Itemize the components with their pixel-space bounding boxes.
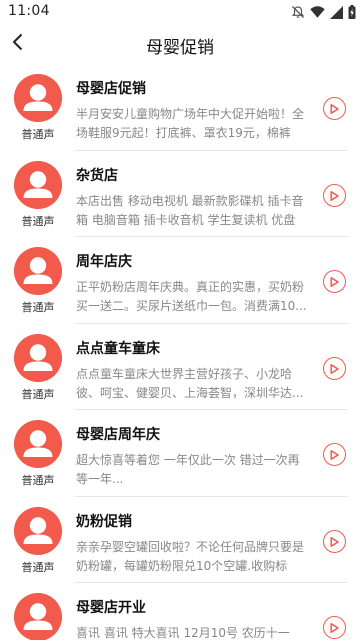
list-item[interactable]: 普通声 母婴店促销半月安安儿童购物广场年中大促开始啦！全场鞋服9元起！打底裤、罩衣… [0,64,360,151]
user-avatar-icon [14,333,62,382]
user-avatar-icon [14,593,62,640]
app-bar: 母婴促销 [0,24,360,64]
avatar [14,593,62,640]
item-description: 亲亲孕婴空罐回收啦？不论任何品牌只要是奶粉罐，每罐奶粉限兑10个空罐.收购标准.… [76,539,305,573]
item-title: 周年店庆 [76,254,132,270]
avatar [14,420,62,468]
voice-type-label: 普通声 [21,301,55,314]
item-description: 本店出售 移动电视机 最新款影碟机 插卡音箱 电脑音箱 插卡收音机 学生复读机 … [76,193,304,227]
play-icon [330,445,339,464]
avatar [14,160,62,209]
play-button[interactable] [323,443,346,466]
item-description: 半月安安儿童购物广场年中大促开始啦！全场鞋服9元起！打底裤、罩衣19元，棉裤2.… [76,107,305,140]
list-item[interactable]: 普通声 点点童车童床点点童车童床大世界主营好孩子、小龙哈彼、呵宝、健婴贝、上海荟智… [0,324,360,410]
item-description: 点点童车童床大世界主营好孩子、小龙哈彼、呵宝、健婴贝、上海荟智，深圳华达... [76,366,304,400]
play-icon [330,272,339,291]
play-button[interactable] [323,183,346,207]
list-item[interactable]: 普通声 杂货店本店出售 移动电视机 最新款影碟机 插卡音箱 电脑音箱 插卡收音机 … [0,151,360,237]
list-item[interactable]: 普通声 周年店庆正平奶粉店周年庆典。真正的实惠，买奶粉买一送二。买尿片送纸巾一包。… [0,237,360,324]
item-title: 奶粉促销 [76,513,132,530]
notifications-off-icon [291,5,305,19]
list-item[interactable]: 普通声 母婴店周年庆超大惊喜等着您 一年仅此一次 错过一次再等一年... [0,410,360,497]
item-title: 母婴店开业 [76,600,146,616]
list-item[interactable]: 普通声 奶粉促销亲亲孕婴空罐回收啦？不论任何品牌只要是奶粉罐，每罐奶粉限兑10个空… [0,497,360,583]
user-avatar-icon [14,160,62,209]
page-title: 母婴促销 [146,38,214,58]
item-description: 超大惊喜等着您 一年仅此一次 错过一次再等一年... [76,453,300,486]
play-button[interactable] [323,270,346,293]
status-bar: 11:04 [0,0,360,24]
voice-type-label: 普通声 [21,560,55,574]
play-button[interactable] [323,529,346,553]
user-avatar-icon [14,506,62,555]
wifi-icon [310,6,325,18]
play-icon [330,186,339,205]
voice-type-label: 普通声 [21,214,55,228]
battery-charging-icon [348,5,356,19]
play-icon [330,99,339,118]
item-description: 喜讯 喜讯 特大喜讯 12月10号 农历十一月... [76,626,290,640]
item-title: 母婴店促销 [76,81,146,97]
voice-type-label: 普通声 [21,387,55,401]
play-button[interactable] [323,616,346,639]
item-title: 杂货店 [76,167,118,184]
item-title: 点点童车童床 [76,340,160,357]
play-button[interactable] [323,356,346,380]
user-avatar-icon [14,420,62,468]
voice-type-label: 普通声 [21,128,55,141]
list-item[interactable]: 普通声母婴店开业喜讯 喜讯 特大喜讯 12月10号 农历十一月... [0,583,360,640]
status-time: 11:04 [8,3,50,19]
play-icon [330,359,339,378]
voice-type-label: 普通声 [21,474,55,487]
promotion-list: 普通声 母婴店促销半月安安儿童购物广场年中大促开始啦！全场鞋服9元起！打底裤、罩衣… [0,64,360,640]
play-icon [330,618,339,637]
avatar [14,247,62,295]
item-description: 正平奶粉店周年庆典。真正的实惠，买奶粉买一送二。买尿片送纸巾一包。消费满10..… [76,280,307,313]
avatar [14,333,62,382]
play-icon [330,532,339,551]
play-button[interactable] [323,97,346,120]
signal-icon [330,5,343,19]
user-avatar-icon [14,247,62,295]
avatar [14,506,62,555]
status-icons [291,4,356,20]
avatar [14,74,62,122]
user-avatar-icon [14,74,62,122]
item-title: 母婴店周年庆 [76,427,160,443]
